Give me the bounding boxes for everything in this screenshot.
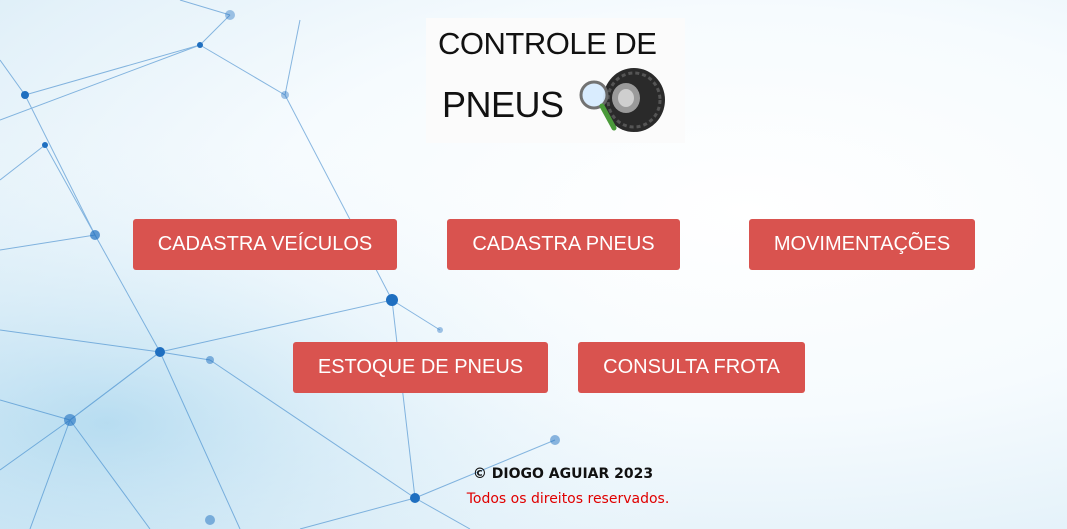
logo-title-line2: PNEUS (442, 84, 564, 125)
estoque-de-pneus-button[interactable]: ESTOQUE DE PNEUS (293, 342, 548, 393)
consulta-frota-button[interactable]: CONSULTA FROTA (578, 342, 805, 393)
logo-title-line1: CONTROLE DE (438, 26, 657, 61)
movimentacoes-button[interactable]: MOVIMENTAÇÕES (749, 219, 975, 270)
footer-rights: Todos os direitos reservados. (466, 491, 670, 507)
app-logo: CONTROLE DE PNEUS (426, 18, 685, 143)
cadastra-veiculos-button[interactable]: CADASTRA VEÍCULOS (133, 219, 397, 270)
footer-copyright: © DIOGO AGUIAR 2023 (472, 466, 654, 482)
tire-magnifier-icon (579, 68, 665, 132)
cadastra-pneus-button[interactable]: CADASTRA PNEUS (447, 219, 680, 270)
